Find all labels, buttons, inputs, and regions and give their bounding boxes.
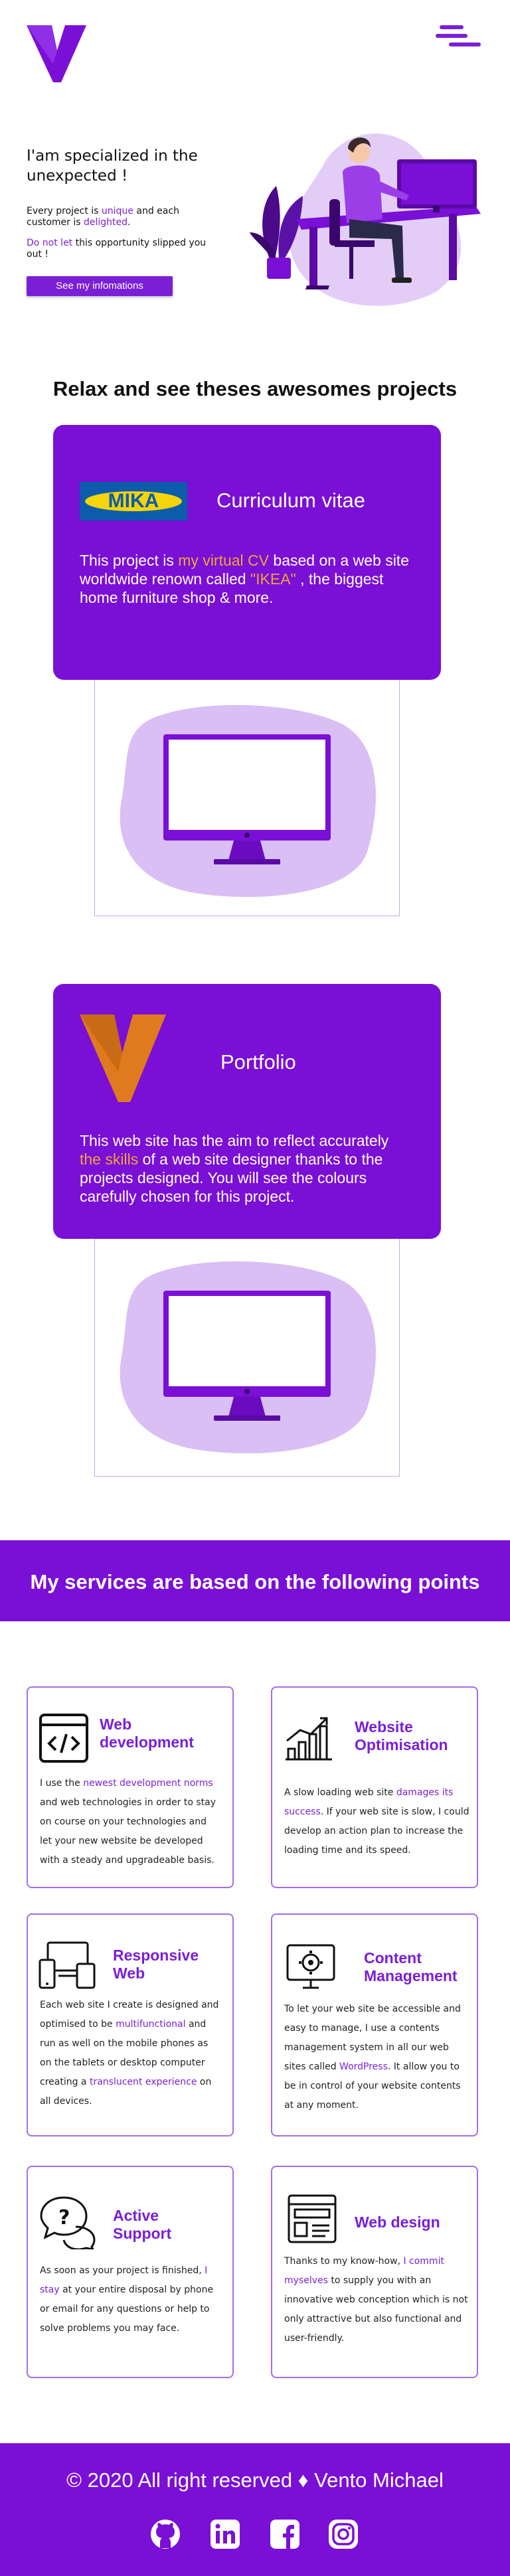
- projects-title: Relax and see theses awesomes projects: [52, 377, 458, 400]
- person-at-desk-illustration: [250, 133, 481, 306]
- footer: [0, 2443, 510, 2576]
- instagram-icon[interactable]: [328, 2519, 359, 2549]
- services-title: My services are based on the following p…: [30, 1570, 480, 1593]
- mika-logo: MIKA: [80, 482, 187, 521]
- hamburger-menu-icon[interactable]: [436, 25, 481, 52]
- svg-text:?: ?: [58, 2206, 70, 2229]
- monitor-icon: [120, 1261, 376, 1454]
- v-logo-icon[interactable]: [27, 24, 86, 84]
- service-title: Web design: [355, 2214, 440, 2231]
- service-card-active-support[interactable]: ? Active Support As soon as your project …: [27, 2166, 234, 2378]
- service-description: Thanks to my know-how, I commit myselves…: [284, 2256, 468, 2344]
- see-informations-button[interactable]: See my infomations: [27, 276, 173, 296]
- hero-text-1: Every project is unique and each custome…: [27, 206, 179, 228]
- service-title: Website Optimisation: [355, 1718, 448, 1753]
- portfolio-project-card[interactable]: Portfolio This web site has the aim to r…: [53, 984, 441, 1239]
- facebook-icon[interactable]: [270, 2519, 300, 2549]
- service-description: To let your web site be accessible and e…: [284, 2004, 461, 2111]
- service-card-website-optimisation[interactable]: Website Optimisation A slow loading web s…: [271, 1686, 478, 1888]
- copyright-text: © 2020 All right reserved ♦ Vento Michae…: [66, 2468, 444, 2492]
- linkedin-icon[interactable]: [210, 2519, 240, 2549]
- service-title: Web development: [100, 1716, 194, 1751]
- devices-icon: [39, 1941, 96, 1989]
- portfolio-v-logo-icon: [80, 1014, 166, 1102]
- service-card-web-development[interactable]: Web development I use the newest developm…: [27, 1686, 234, 1888]
- service-card-web-design[interactable]: Web design Thanks to my know-how, I comm…: [271, 2166, 478, 2378]
- service-card-content-management[interactable]: Content Management To let your web site b…: [271, 1913, 478, 2136]
- service-card-responsive-web[interactable]: Responsive Web Each web site I create is …: [27, 1913, 234, 2136]
- gear-monitor-icon: [286, 1944, 335, 1989]
- service-description: A slow loading web site damages its succ…: [284, 1787, 469, 1856]
- code-icon: [39, 1714, 88, 1763]
- service-title: Content Management: [364, 1949, 458, 1984]
- service-description: As soon as your project is finished, I s…: [40, 2265, 214, 2334]
- layout-icon: [288, 2194, 337, 2243]
- hero-title: I'am specialized in the unexpected !: [27, 147, 198, 185]
- question-chat-icon: ?: [40, 2196, 96, 2249]
- service-title: Active Support: [113, 2207, 172, 2242]
- portfolio-title: Portfolio: [220, 1050, 296, 1074]
- hero-text-2: Do not let this opportunity slipped you …: [27, 238, 207, 260]
- cv-title: Curriculum vitae: [216, 489, 365, 512]
- growth-chart-icon: [286, 1717, 332, 1761]
- cv-project-card[interactable]: MIKA Curriculum vitae This project is my…: [53, 425, 441, 680]
- service-description: I use the newest development norms and w…: [40, 1778, 216, 1866]
- cv-description: This project is my virtual CV based on a…: [80, 552, 409, 606]
- monitor-icon: [120, 704, 376, 898]
- service-title: Responsive Web: [113, 1947, 199, 1982]
- service-description: Each web site I create is designed and o…: [40, 2000, 219, 2107]
- portfolio-description: This web site has the aim to reflect acc…: [80, 1132, 389, 1205]
- github-icon[interactable]: [150, 2519, 181, 2549]
